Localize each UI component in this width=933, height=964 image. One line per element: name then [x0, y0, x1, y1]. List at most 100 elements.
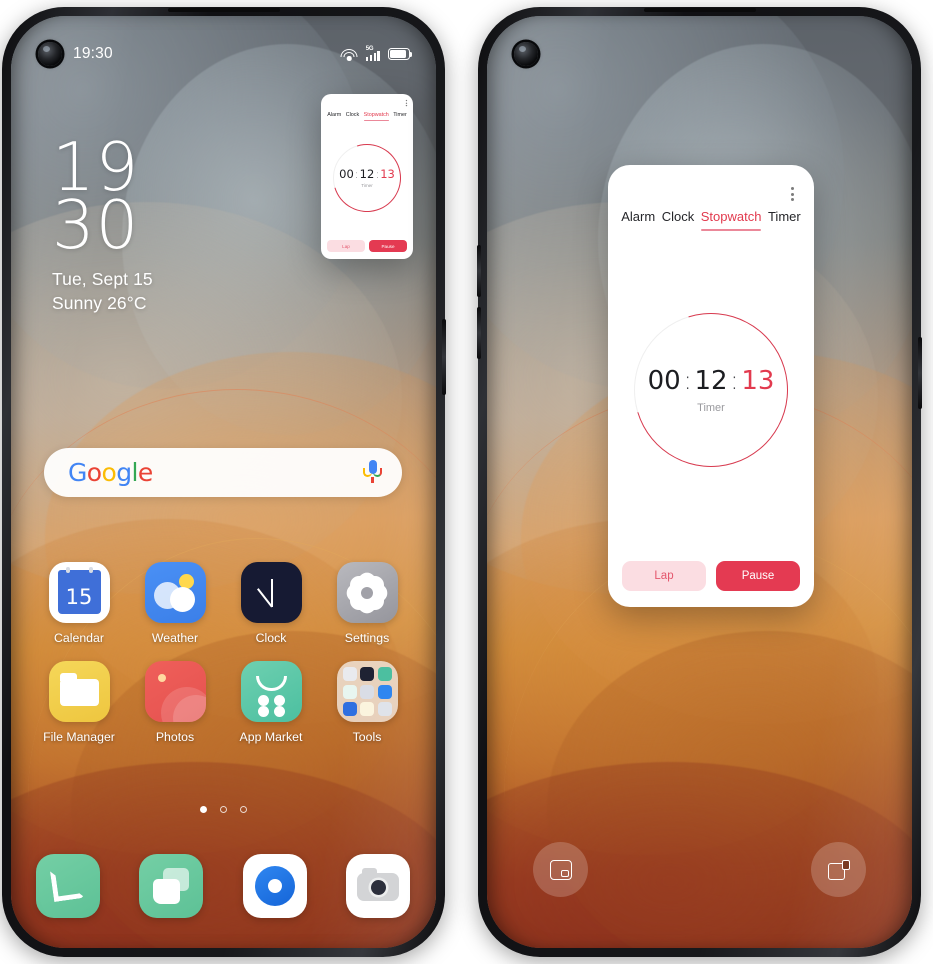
app-row-2: File Manager Photos App Market Tools — [36, 661, 410, 744]
app-photos[interactable]: Photos — [132, 661, 218, 744]
clock-app-actions: Lap Pause — [608, 561, 814, 607]
phone-device-right: Alarm Clock Stopwatch Timer 00 : 12: 13… — [477, 7, 922, 957]
wifi-icon — [340, 48, 358, 61]
clock-app-mini-window[interactable]: Alarm Clock Stopwatch Timer 00 : 12: 13… — [321, 94, 413, 259]
settings-icon — [336, 562, 398, 623]
dock — [36, 854, 410, 918]
time-milliseconds: 13 — [741, 366, 775, 396]
tab-clock[interactable]: Clock — [346, 112, 359, 121]
tab-alarm[interactable]: Alarm — [621, 209, 655, 231]
time-separator-2: : — [730, 366, 739, 396]
screenshot-stage: 19:30 5G 19 30 Tue, Sept 15 Sunny 26°C G… — [0, 0, 933, 964]
page-indicator[interactable] — [11, 806, 436, 813]
app-label: Weather — [151, 631, 199, 645]
app-label: Calendar — [54, 631, 104, 645]
clock-icon — [240, 562, 302, 623]
stopwatch-time-value: 00 : 12 : 13 — [339, 167, 395, 181]
clock-app-floating-window[interactable]: Alarm Clock Stopwatch Timer 00 : 12: 13… — [608, 165, 814, 607]
time-hours: 00 — [647, 366, 681, 396]
tools-folder-icon — [336, 661, 398, 722]
app-settings[interactable]: Settings — [324, 562, 410, 645]
5g-signal-icon: 5G — [365, 45, 380, 61]
weather-icon — [144, 562, 206, 623]
tab-stopwatch[interactable]: Stopwatch — [363, 112, 389, 121]
clock-widget-weather: Sunny 26°C — [52, 293, 147, 314]
kebab-menu-icon[interactable] — [787, 183, 798, 205]
app-label: File Manager — [43, 730, 115, 744]
pause-button[interactable]: Pause — [369, 240, 407, 252]
google-logo: Google — [68, 458, 153, 487]
stopwatch-dial: 00 : 12 : 13 Timer — [321, 131, 413, 224]
app-weather[interactable]: Weather — [132, 562, 218, 645]
power-button[interactable] — [918, 337, 922, 409]
camera-icon[interactable] — [345, 854, 410, 918]
app-label: Clock — [255, 631, 287, 645]
time-separator-2: : — [375, 167, 380, 181]
home-clock-widget[interactable]: 19 30 Tue, Sept 15 Sunny 26°C — [52, 134, 153, 314]
volume-down-button[interactable] — [477, 307, 481, 359]
app-app-market[interactable]: App Market — [228, 661, 314, 744]
app-label: Tools — [352, 730, 382, 744]
tab-clock[interactable]: Clock — [662, 209, 695, 231]
photos-icon — [144, 661, 206, 722]
clock-app-tabs: Alarm Clock Stopwatch Timer — [608, 209, 814, 231]
app-file-manager[interactable]: File Manager — [36, 661, 122, 744]
kebab-menu-icon[interactable] — [404, 98, 409, 108]
clock-widget-date: Tue, Sept 15 — [52, 269, 153, 290]
google-search-bar[interactable]: Google — [44, 448, 402, 497]
power-button[interactable] — [442, 319, 446, 395]
front-camera-punch-hole — [514, 42, 538, 66]
time-hours: 00 — [339, 167, 354, 181]
tab-timer[interactable]: Timer — [768, 209, 801, 231]
battery-icon — [388, 48, 413, 60]
status-bar-time: 19:30 — [73, 45, 113, 62]
floating-window-controls — [487, 842, 912, 897]
floating-window-button[interactable] — [811, 842, 866, 897]
calendar-day-number: 15 — [57, 579, 101, 614]
app-clock[interactable]: Clock — [228, 562, 314, 645]
browser-icon[interactable] — [242, 854, 307, 918]
time-separator-1: : — [354, 167, 359, 181]
app-market-icon — [240, 661, 302, 722]
time-separator-1: : — [683, 366, 692, 396]
time-minutes: 12 — [694, 366, 728, 396]
status-bar: 19:30 5G — [11, 42, 436, 66]
clock-app-tabs: Alarm Clock Stopwatch Timer — [321, 112, 413, 121]
mini-window-button[interactable] — [533, 842, 588, 897]
app-label: Settings — [344, 631, 390, 645]
app-calendar[interactable]: 15 Calendar — [36, 562, 122, 645]
stopwatch-dial-area: 00 : 12 : 13 Timer — [608, 231, 814, 561]
tab-stopwatch[interactable]: Stopwatch — [700, 209, 761, 231]
lap-button[interactable]: Lap — [327, 240, 365, 252]
pause-button[interactable]: Pause — [716, 561, 800, 591]
signal-label: 5G — [365, 45, 374, 52]
phone-screen-right: Alarm Clock Stopwatch Timer 00 : 12: 13… — [487, 16, 912, 948]
stopwatch-sub-label: Timer — [697, 402, 725, 414]
microphone-icon[interactable] — [363, 459, 382, 486]
stopwatch-dial: 00 : 12 : 13 Timer — [608, 285, 814, 495]
stopwatch-time-value: 00 : 12 : 13 — [648, 366, 775, 396]
page-dot-1[interactable] — [200, 806, 207, 813]
lap-button[interactable]: Lap — [622, 561, 706, 591]
stopwatch-sub-label: Timer — [361, 183, 373, 188]
floating-window-icon — [827, 859, 850, 880]
tab-timer[interactable]: Timer — [393, 112, 407, 121]
volume-up-button[interactable] — [477, 245, 481, 297]
messages-icon[interactable] — [139, 854, 204, 918]
app-tools-folder[interactable]: Tools — [324, 661, 410, 744]
earpiece-speaker — [643, 8, 756, 12]
page-dot-2[interactable] — [220, 806, 227, 813]
tab-alarm[interactable]: Alarm — [327, 112, 341, 121]
stopwatch-dial-area: 00 : 12 : 13 Timer — [321, 121, 413, 240]
time-minutes: 12 — [359, 167, 375, 181]
calendar-icon: 15 — [48, 562, 110, 623]
page-dot-3[interactable] — [240, 806, 247, 813]
app-label: Photos — [155, 730, 195, 744]
app-row-1: 15 Calendar Weather Clock Settings — [36, 562, 410, 645]
earpiece-speaker — [167, 8, 280, 12]
file-manager-icon — [48, 661, 110, 722]
mini-window-icon — [549, 859, 572, 880]
app-label: App Market — [239, 730, 303, 744]
clock-widget-minutes: 30 — [52, 185, 140, 264]
phone-icon[interactable] — [36, 854, 100, 918]
